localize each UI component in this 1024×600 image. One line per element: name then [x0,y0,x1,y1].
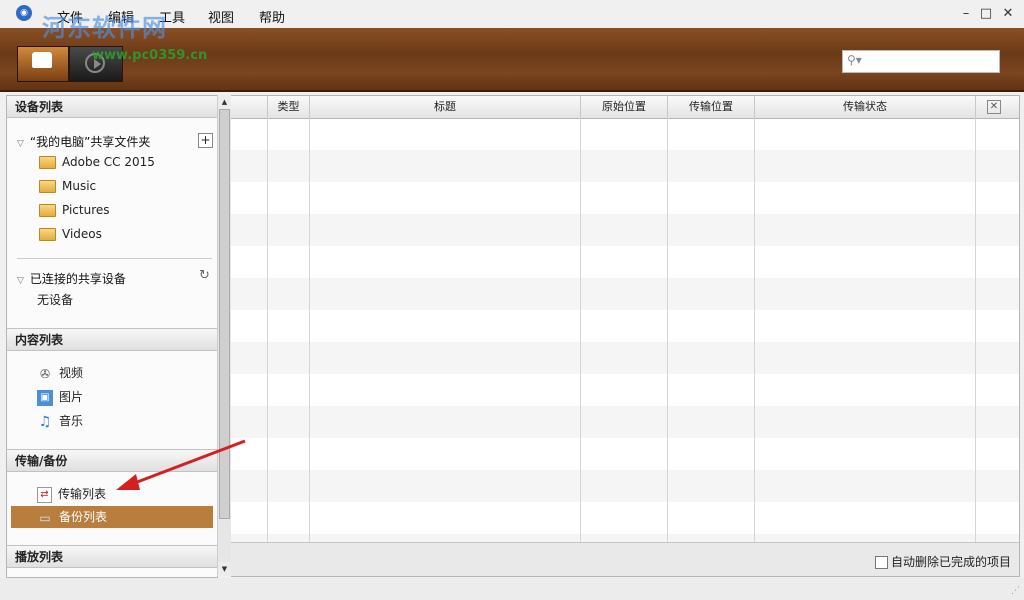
arrow-head [116,474,140,490]
arrow-shaft [131,439,246,486]
annotation-arrow [116,439,246,490]
